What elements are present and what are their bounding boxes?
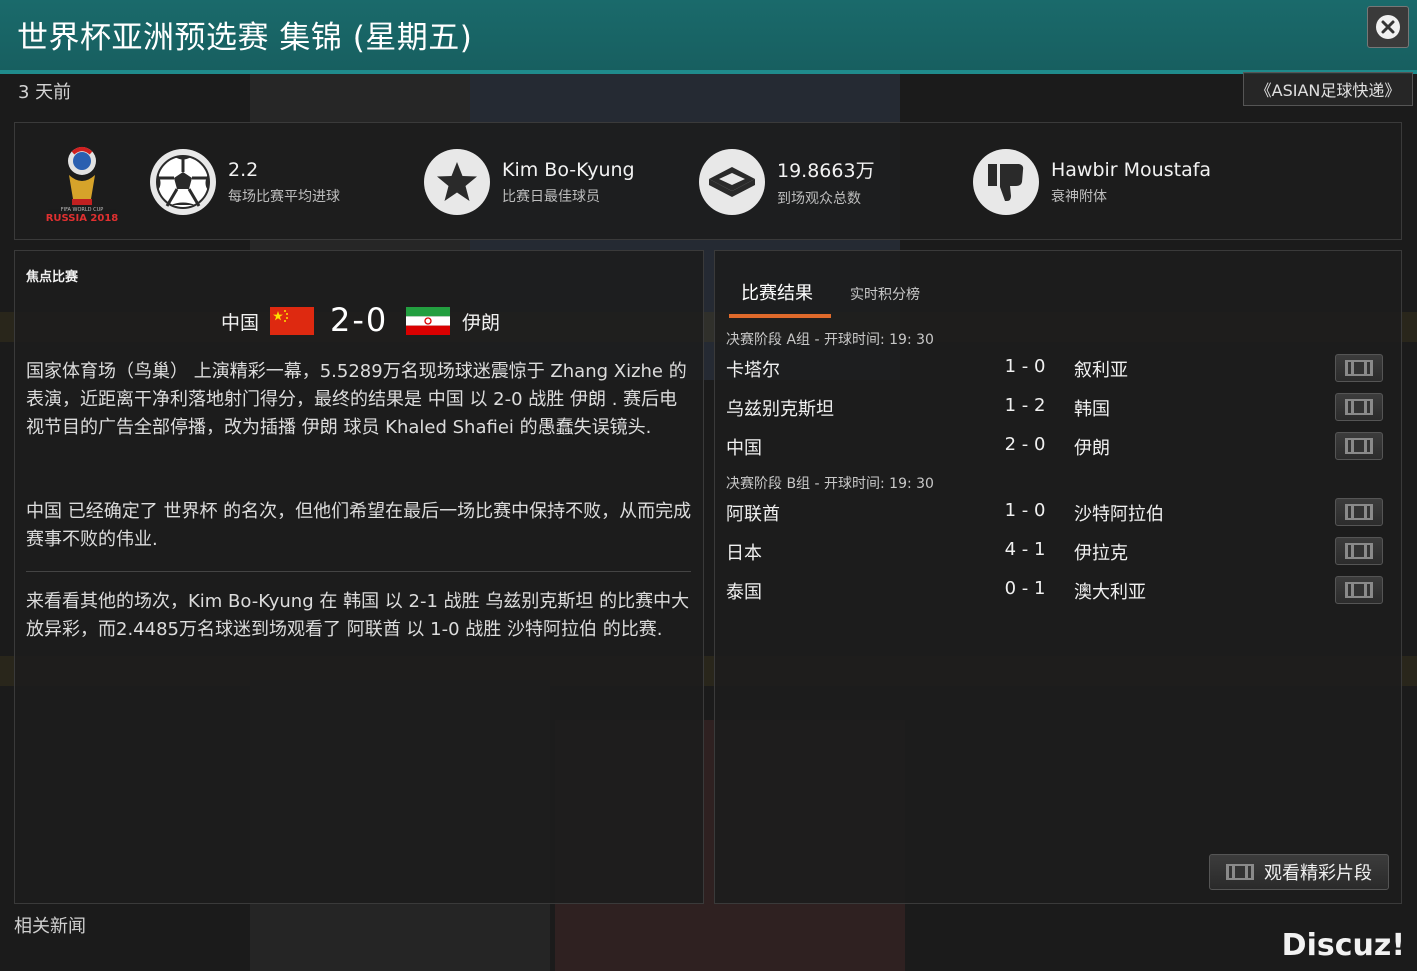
stat-man-of-match[interactable]: Kim Bo-Kyung 比赛日最佳球员	[424, 147, 635, 217]
stat-jinx[interactable]: Hawbir Moustafa 衰神附体	[973, 147, 1211, 217]
away-team[interactable]: 伊朗	[1074, 434, 1110, 460]
stat-average-goals: 2.2 每场比赛平均进球	[150, 147, 340, 217]
active-tab-indicator	[729, 314, 831, 318]
results-panel: 比赛结果 实时积分榜 决赛阶段 A组 - 开球时间: 19: 30 卡塔尔 1 …	[714, 250, 1402, 904]
article-paragraph: 中国 已经确定了 世界杯 的名次，但他们希望在最后一场比赛中保持不败，从而完成赛…	[26, 501, 692, 550]
table-row[interactable]: 乌兹别克斯坦 1 - 2 韩国	[715, 389, 1401, 427]
film-icon	[1345, 360, 1373, 376]
table-row[interactable]: 日本 4 - 1 伊拉克	[715, 533, 1401, 571]
film-icon	[1345, 504, 1373, 520]
stats-panel: FIFA WORLD CUP RUSSIA 2018 2.2 每场比赛平均进球	[14, 122, 1402, 240]
section-label: 焦点比赛	[26, 270, 79, 285]
window-title: 世界杯亚洲预选赛 集锦 (星期五)	[17, 20, 473, 56]
away-team[interactable]: 沙特阿拉伯	[1074, 500, 1164, 526]
close-icon	[1376, 15, 1400, 39]
home-team[interactable]: 泰国	[726, 578, 762, 604]
watch-video-button[interactable]	[1335, 393, 1383, 421]
film-icon	[1345, 399, 1373, 415]
stat-value: Hawbir Moustafa	[1051, 158, 1212, 181]
table-row[interactable]: 中国 2 - 0 伊朗	[715, 428, 1401, 466]
stat-value: 19.8663万	[777, 160, 875, 182]
title-bar: 世界杯亚洲预选赛 集锦 (星期五)	[0, 0, 1417, 74]
film-icon	[1345, 438, 1373, 454]
watch-highlights-label: 观看精彩片段	[1264, 863, 1372, 884]
stat-icon-circle	[973, 149, 1039, 215]
soccer-ball-icon	[156, 155, 210, 209]
stat-label: 每场比赛平均进球	[228, 188, 340, 205]
film-icon	[1345, 543, 1373, 559]
film-icon	[1345, 582, 1373, 598]
match-score: 1 - 0	[1004, 356, 1046, 377]
iran-flag-icon	[406, 307, 450, 335]
stat-icon-circle	[150, 149, 216, 215]
match-score: 1 - 2	[1004, 395, 1046, 416]
close-button[interactable]	[1367, 6, 1409, 48]
tab-results[interactable]: 比赛结果	[741, 279, 813, 305]
stadium-icon	[709, 167, 755, 197]
match-score: 1 - 0	[1004, 500, 1046, 521]
away-team[interactable]: 伊朗	[462, 308, 500, 335]
stat-icon-circle	[699, 149, 765, 215]
away-team[interactable]: 韩国	[1074, 395, 1110, 421]
away-team[interactable]: 澳大利亚	[1074, 578, 1146, 604]
away-team[interactable]: 伊拉克	[1074, 539, 1128, 565]
home-team[interactable]: 阿联酋	[726, 500, 780, 526]
group-header: 决赛阶段 A组 - 开球时间: 19: 30	[726, 332, 934, 348]
tab-live-standings[interactable]: 实时积分榜	[850, 284, 920, 304]
watch-video-button[interactable]	[1335, 354, 1383, 382]
watch-video-button[interactable]	[1335, 432, 1383, 460]
away-team[interactable]: 叙利亚	[1074, 356, 1128, 382]
home-team[interactable]: 中国	[726, 434, 762, 460]
stat-value: 2.2	[228, 158, 259, 181]
featured-match-panel: 焦点比赛 中国 2-0 伊朗 国家体育场（鸟巢） 上演精彩一幕，5.5289万名…	[14, 250, 704, 904]
watch-highlights-button[interactable]: 观看精彩片段	[1209, 854, 1389, 890]
divider	[26, 571, 691, 572]
film-icon	[1226, 864, 1254, 880]
home-team[interactable]: 卡塔尔	[726, 356, 780, 382]
group-header: 决赛阶段 B组 - 开球时间: 19: 30	[726, 476, 934, 492]
thumbs-down-icon	[988, 164, 1024, 201]
watch-video-button[interactable]	[1335, 498, 1383, 526]
stat-icon-circle	[424, 149, 490, 215]
watermark: Discuz!	[1281, 928, 1405, 963]
table-row[interactable]: 阿联酋 1 - 0 沙特阿拉伯	[715, 494, 1401, 532]
world-cup-logo: FIFA WORLD CUP RUSSIA 2018	[45, 143, 119, 225]
table-row[interactable]: 卡塔尔 1 - 0 叙利亚	[715, 350, 1401, 388]
source-button[interactable]: 《ASIAN足球快递》	[1243, 72, 1413, 106]
star-icon	[437, 162, 477, 201]
watch-video-button[interactable]	[1335, 576, 1383, 604]
stat-label: 衰神附体	[1051, 188, 1107, 205]
home-team[interactable]: 乌兹别克斯坦	[726, 395, 834, 421]
china-flag-icon	[270, 307, 314, 335]
stat-attendance: 19.8663万 到场观众总数	[699, 147, 875, 217]
stat-value: Kim Bo-Kyung	[502, 158, 635, 181]
stat-label: 比赛日最佳球员	[502, 188, 600, 205]
table-row[interactable]: 泰国 0 - 1 澳大利亚	[715, 572, 1401, 610]
article-paragraph: 国家体育场（鸟巢） 上演精彩一幕，5.5289万名现场球迷震惊于 Zhang X…	[26, 361, 687, 438]
article-paragraph: 来看看其他的场次，Kim Bo-Kyung 在 韩国 以 2-1 战胜 乌兹别克…	[26, 591, 690, 640]
time-ago: 3 天前	[18, 82, 72, 103]
featured-match[interactable]: 中国 2-0 伊朗	[15, 301, 705, 341]
match-score: 2 - 0	[1004, 434, 1046, 455]
stat-label: 到场观众总数	[777, 191, 861, 207]
home-team[interactable]: 日本	[726, 539, 762, 565]
featured-score: 2-0	[330, 301, 389, 339]
related-news-heading[interactable]: 相关新闻	[14, 912, 86, 938]
watch-video-button[interactable]	[1335, 537, 1383, 565]
home-team[interactable]: 中国	[221, 308, 259, 335]
match-score: 4 - 1	[1004, 539, 1046, 560]
logo-text: RUSSIA 2018	[45, 213, 119, 224]
match-score: 0 - 1	[1004, 578, 1046, 599]
